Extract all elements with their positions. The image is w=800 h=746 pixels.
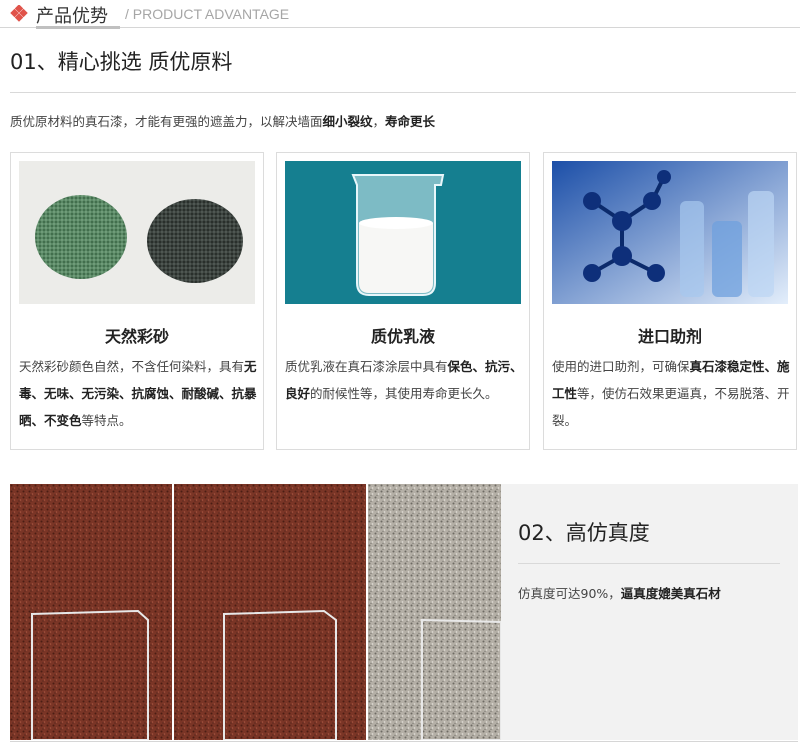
- diamond-cluster-icon: [10, 5, 28, 22]
- feature-card-additive: 进口助剂 使用的进口助剂，可确保真石漆稳定性、施工性等，使仿石效果更逼真，不易脱…: [543, 152, 797, 450]
- feature-card-sand: 天然彩砂 天然彩砂颜色自然，不含任何染料，具有无毒、无味、无污染、抗腐蚀、耐酸碱…: [10, 152, 264, 450]
- divider: [10, 741, 798, 742]
- lab-glassware-image: [552, 161, 788, 304]
- card-description: 天然彩砂颜色自然，不含任何染料，具有无毒、无味、无污染、抗腐蚀、耐酸碱、抗暴晒、…: [19, 359, 257, 428]
- sand-piles-image: [19, 161, 255, 304]
- divider: [10, 92, 796, 93]
- feature-card-emulsion: 质优乳液 质优乳液在真石漆涂层中具有保色、抗污、良好的耐候性等，其使用寿命更长久…: [276, 152, 530, 450]
- intro-text: 质优原材料的真石漆，才能有更强的遮盖力，以解决墙面细小裂纹，寿命更长: [10, 114, 436, 129]
- section-header: 产品优势 / PRODUCT ADVANTAGE: [0, 0, 800, 29]
- section-title: 产品优势: [36, 6, 108, 27]
- title-underline: [36, 26, 120, 29]
- beaker-emulsion-image: [285, 161, 521, 304]
- card-title: 进口助剂: [637, 327, 702, 346]
- stone-texture-image-red-2: [174, 484, 366, 740]
- heading-02: 02、高仿真度: [518, 521, 650, 545]
- card-description: 使用的进口助剂，可确保真石漆稳定性、施工性等，使仿石效果更逼真，不易脱落、开裂。: [552, 359, 790, 428]
- section-subtitle: / PRODUCT ADVANTAGE: [125, 6, 290, 22]
- stone-texture-image-gray: [368, 484, 501, 740]
- heading-01: 01、精心挑选 质优原料: [10, 50, 233, 74]
- stone-texture-image-red: [10, 484, 172, 740]
- card-title: 天然彩砂: [104, 327, 169, 346]
- divider: [518, 563, 780, 564]
- section2-description: 仿真度可达90%，逼真度媲美真石材: [518, 586, 721, 601]
- card-description: 质优乳液在真石漆涂层中具有保色、抗污、良好的耐候性等，其使用寿命更长久。: [285, 359, 523, 401]
- card-title: 质优乳液: [370, 327, 435, 346]
